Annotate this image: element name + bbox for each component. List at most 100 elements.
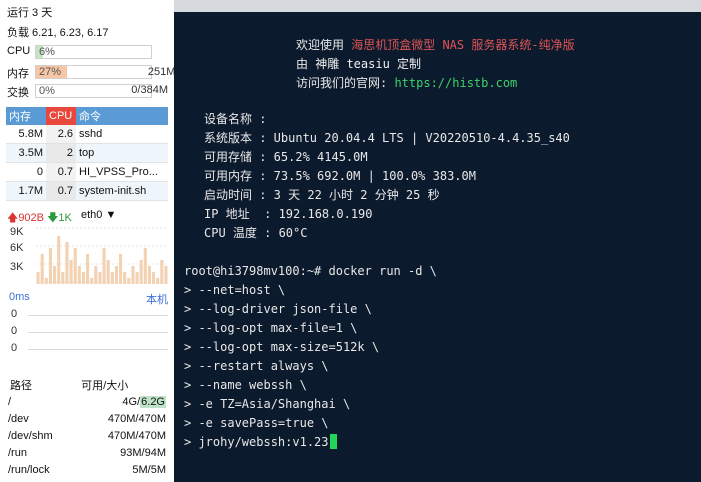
net-traffic-bar bbox=[119, 254, 123, 284]
interface-name: eth0 bbox=[81, 209, 103, 221]
command-line: root@hi3798mv100:~# docker run -d \ bbox=[184, 262, 437, 281]
disk-avail: 4G/ bbox=[122, 395, 141, 408]
proc-cmd: sshd bbox=[76, 125, 168, 144]
proc-cmd: HI_VPSS_Pro... bbox=[76, 162, 168, 182]
disk-total: 6.2G bbox=[140, 395, 166, 408]
mem-percent: 27% bbox=[39, 66, 62, 78]
proc-cpu: 0.7 bbox=[46, 181, 76, 201]
table-row[interactable]: /run/lock 5M/5M bbox=[6, 461, 168, 478]
net-traffic-bar bbox=[98, 272, 102, 284]
command-text: docker run -d \ bbox=[328, 264, 437, 278]
net-traffic-bar bbox=[164, 266, 168, 284]
disk-size: 4G/6.2G bbox=[77, 393, 168, 410]
banner-product-name: 海思机顶盒微型 NAS 服务器系统-纯净版 bbox=[351, 38, 575, 52]
net-traffic-bar bbox=[65, 242, 69, 284]
mem-meter: 27% 251M/941M bbox=[35, 65, 174, 79]
table-row[interactable]: /dev/shm 470M/470M bbox=[6, 427, 168, 444]
banner-url[interactable]: https://histb.com bbox=[394, 76, 517, 90]
net-y-label: 6K bbox=[10, 242, 24, 254]
net-traffic-bar bbox=[44, 278, 48, 284]
disk-size: 5M/5M bbox=[132, 463, 166, 476]
net-traffic-bar bbox=[131, 266, 135, 284]
net-y-label: 9K bbox=[10, 226, 24, 238]
banner-text: 访问我们的官网: bbox=[296, 76, 395, 90]
command-line: > --net=host \ bbox=[184, 283, 286, 297]
swap-value: 0/384M bbox=[131, 84, 168, 96]
ping-latency-label: 0ms bbox=[9, 291, 30, 303]
uptime-text: 运行 3 天 bbox=[7, 7, 53, 19]
ping-host-label[interactable]: 本机 bbox=[146, 291, 168, 307]
proc-cpu: 2 bbox=[46, 143, 76, 163]
proc-header-cmd[interactable]: 命令 bbox=[76, 107, 168, 125]
net-traffic-bar bbox=[53, 266, 57, 284]
terminal-window[interactable]: 欢迎使用 海思机顶盒微型 NAS 服务器系统-纯净版 由 神雕 teasiu 定… bbox=[174, 0, 701, 482]
ping-value: 0 bbox=[11, 342, 18, 354]
command-line: > -e TZ=Asia/Shanghai \ bbox=[184, 397, 351, 411]
proc-header-cpu[interactable]: CPU bbox=[46, 107, 76, 125]
banner-author: 神雕 teasiu 定制 bbox=[315, 57, 422, 71]
net-traffic-bar bbox=[73, 248, 77, 284]
disk-path: /dev bbox=[8, 412, 29, 425]
net-traffic-bar bbox=[143, 248, 147, 284]
net-traffic-bar bbox=[86, 254, 90, 284]
banner-line-2: 由 神雕 teasiu 定制 bbox=[296, 55, 421, 74]
banner-text: 欢迎使用 bbox=[296, 38, 352, 52]
net-traffic-bar bbox=[40, 254, 44, 284]
upload-speed: 902B bbox=[18, 212, 45, 224]
download-arrow-icon: 🡇 bbox=[47, 212, 59, 224]
command-line: > --log-opt max-file=1 \ bbox=[184, 321, 358, 335]
chevron-down-icon: ▼ bbox=[105, 209, 117, 221]
info-line: IP 地址 : 192.168.0.190 bbox=[204, 207, 373, 221]
upload-arrow-icon: 🡅 bbox=[7, 212, 19, 224]
info-line: CPU 温度 : 60°C bbox=[204, 226, 308, 240]
command-line: > --log-opt max-size=512k \ bbox=[184, 340, 380, 354]
table-row[interactable]: 0 0.7 HI_VPSS_Pro... bbox=[6, 162, 168, 182]
disk-path: /dev/shm bbox=[8, 429, 53, 442]
terminal-cursor bbox=[329, 434, 337, 449]
net-traffic-bar bbox=[110, 272, 114, 284]
net-traffic-bar bbox=[69, 260, 73, 284]
disk-path: /run bbox=[8, 446, 27, 459]
disk-header-size[interactable]: 可用/大小 bbox=[77, 376, 168, 393]
net-traffic-bar bbox=[81, 272, 85, 284]
net-traffic-bar bbox=[48, 248, 52, 284]
disk-size: 93M/94M bbox=[120, 446, 166, 459]
table-row[interactable]: /dev 470M/470M bbox=[6, 410, 168, 427]
proc-mem: 3.5M bbox=[6, 143, 46, 163]
command-line[interactable]: > jrohy/webssh:v1.23 bbox=[184, 433, 337, 452]
table-row[interactable]: / 4G/6.2G bbox=[6, 393, 168, 410]
disk-header-path[interactable]: 路径 bbox=[6, 376, 77, 393]
load-average-text: 负载 6.21, 6.23, 6.17 bbox=[7, 27, 109, 39]
banner-text: 由 bbox=[296, 57, 316, 71]
disk-path: /run/lock bbox=[8, 463, 50, 476]
table-row[interactable]: 1.7M 0.7 system-init.sh bbox=[6, 181, 168, 201]
net-traffic-bar bbox=[57, 236, 61, 284]
table-row[interactable]: 5.8M 2.6 sshd bbox=[6, 125, 168, 144]
ping-value: 0 bbox=[11, 308, 18, 320]
terminal-output[interactable]: 欢迎使用 海思机顶盒微型 NAS 服务器系统-纯净版 由 神雕 teasiu 定… bbox=[174, 12, 701, 482]
net-traffic-bar bbox=[106, 260, 110, 284]
table-row[interactable]: 3.5M 2 top bbox=[6, 143, 168, 163]
command-text: > jrohy/webssh:v1.23 bbox=[184, 435, 329, 449]
command-line: > -e savePass=true \ bbox=[184, 416, 329, 430]
command-line: > --restart always \ bbox=[184, 359, 329, 373]
proc-header-mem[interactable]: 内存 bbox=[6, 107, 46, 125]
disk-table: 路径 可用/大小 / 4G/6.2G /dev 470M/470M /dev/s… bbox=[6, 376, 168, 478]
mem-label: 内存 bbox=[7, 68, 29, 80]
cpu-label: CPU bbox=[7, 45, 31, 57]
info-line: 系统版本 : Ubuntu 20.04.4 LTS | V20220510-4.… bbox=[204, 131, 570, 145]
info-line: 启动时间 : 3 天 22 小时 2 分钟 25 秒 bbox=[204, 188, 440, 202]
net-traffic-bar bbox=[102, 248, 106, 284]
command-line: > --name webssh \ bbox=[184, 378, 307, 392]
process-table: 内存 CPU 命令 5.8M 2.6 sshd 3.5M 2 top 0 0.7… bbox=[6, 107, 168, 201]
shell-prompt: root@hi3798mv100:~# bbox=[184, 264, 322, 278]
system-monitor-sidebar: 运行 3 天 负载 6.21, 6.23, 6.17 CPU 6% 内存 27%… bbox=[0, 0, 174, 482]
interface-select[interactable]: eth0 ▼ bbox=[81, 209, 116, 221]
swap-percent: 0% bbox=[39, 85, 55, 97]
cpu-percent: 6% bbox=[39, 46, 55, 58]
ping-gridline bbox=[28, 349, 168, 350]
proc-cpu: 0.7 bbox=[46, 162, 76, 182]
table-row[interactable]: /run 93M/94M bbox=[6, 444, 168, 461]
net-traffic-bar bbox=[127, 278, 131, 284]
proc-cmd: top bbox=[76, 143, 168, 163]
